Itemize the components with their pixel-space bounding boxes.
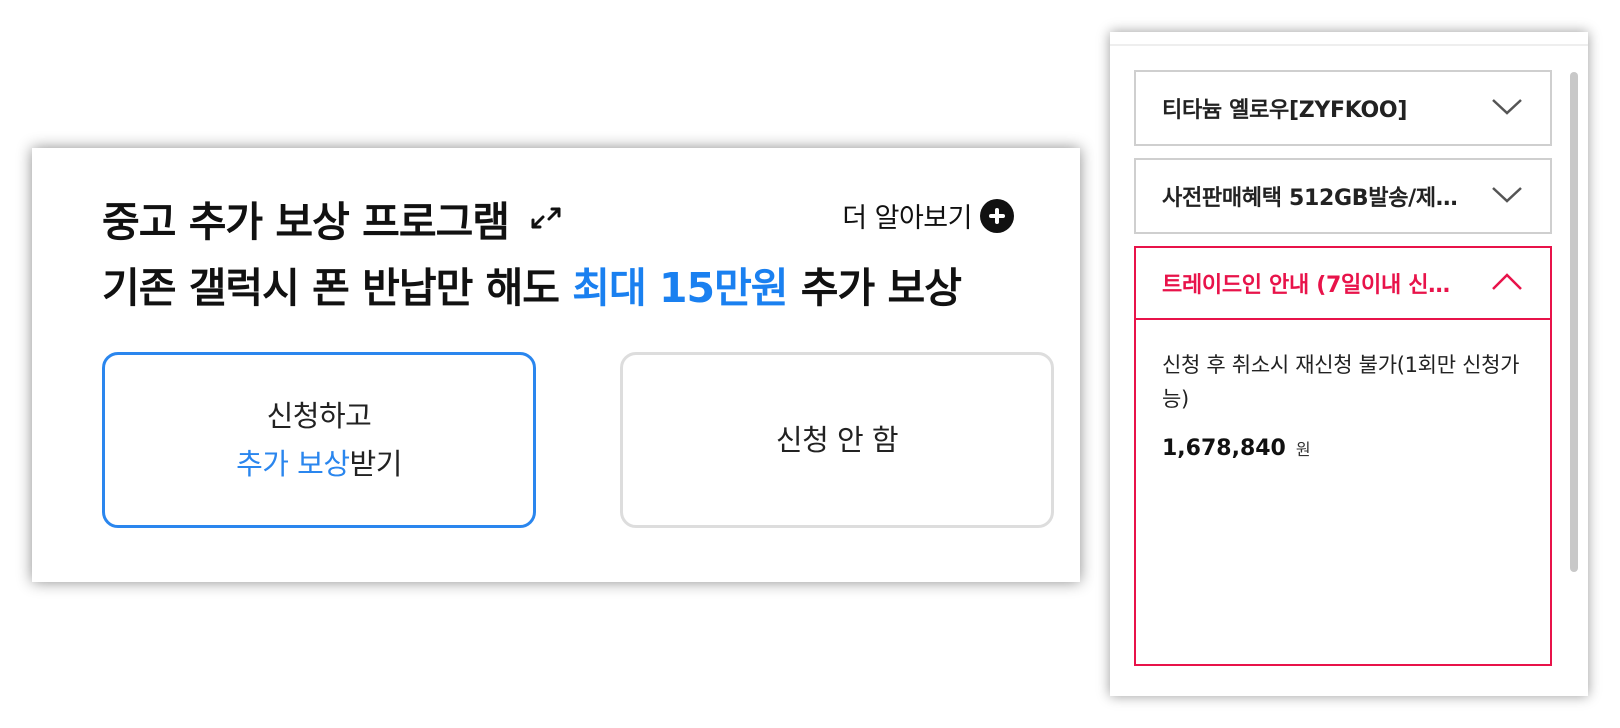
price-unit: 원 — [1295, 440, 1311, 459]
subtitle-suffix: 추가 보상 — [787, 264, 962, 312]
apply-line-2-highlight: 추가 보상 — [236, 447, 350, 481]
price-value: 1,678,840 — [1162, 436, 1286, 461]
benefit-select-label: 사전판매혜택 512GB발송/제… — [1162, 186, 1458, 211]
tradein-program-card: 중고 추가 보상 프로그램 더 알아보기 기존 갤럭시 폰 반납만 해도 최대 … — [32, 148, 1080, 582]
program-title-row: 중고 추가 보상 프로그램 — [102, 188, 563, 248]
price-row: 1,678,840 원 — [1162, 436, 1524, 461]
color-select-header[interactable]: 티타늄 옐로우[ZYFKOO] — [1136, 72, 1550, 144]
benefit-select[interactable]: 사전판매혜택 512GB발송/제… — [1134, 158, 1552, 234]
panel-divider — [1110, 44, 1588, 46]
tradein-info-accordion: 트레이드인 안내 (7일이내 신… 신청 후 취소시 재신청 불가(1회만 신청… — [1134, 246, 1552, 666]
tradein-info-body: 신청 후 취소시 재신청 불가(1회만 신청가능) 1,678,840 원 — [1136, 320, 1550, 489]
swap-arrows-icon — [529, 201, 563, 235]
chevron-down-icon — [1490, 182, 1524, 206]
color-select-label: 티타늄 옐로우[ZYFKOO] — [1162, 98, 1408, 123]
subtitle-highlight: 최대 15만원 — [572, 264, 788, 312]
options-panel: 티타늄 옐로우[ZYFKOO] 사전판매혜택 512GB발송/제… 트레이드인 … — [1110, 32, 1588, 696]
benefit-select-header[interactable]: 사전판매혜택 512GB발송/제… — [1136, 160, 1550, 232]
subtitle-prefix: 기존 갤럭시 폰 반납만 해도 — [102, 264, 573, 312]
scrollbar[interactable] — [1570, 72, 1578, 612]
tradein-info-title: 트레이드인 안내 (7일이내 신… — [1162, 273, 1450, 298]
learn-more-label: 더 알아보기 — [842, 203, 972, 234]
decline-label: 신청 안 함 — [775, 423, 899, 457]
scrollbar-thumb[interactable] — [1570, 72, 1578, 572]
program-title: 중고 추가 보상 프로그램 — [102, 198, 510, 246]
tradein-notice: 신청 후 취소시 재신청 불가(1회만 신청가능) — [1162, 353, 1520, 411]
color-select[interactable]: 티타늄 옐로우[ZYFKOO] — [1134, 70, 1552, 146]
tradein-info-header[interactable]: 트레이드인 안내 (7일이내 신… — [1136, 248, 1550, 320]
apply-line-1: 신청하고 — [266, 399, 372, 433]
learn-more-link[interactable]: 더 알아보기 — [842, 196, 1014, 235]
chevron-up-icon — [1490, 270, 1524, 294]
apply-line-2-rest: 받기 — [349, 447, 403, 481]
decline-option[interactable]: 신청 안 함 — [620, 352, 1054, 528]
apply-line-2: 추가 보상받기 — [236, 440, 402, 488]
chevron-down-icon — [1490, 94, 1524, 118]
plus-circle-icon — [980, 198, 1014, 233]
program-subtitle: 기존 갤럭시 폰 반납만 해도 최대 15만원 추가 보상 — [102, 254, 962, 314]
apply-bonus-option[interactable]: 신청하고 추가 보상받기 — [102, 352, 536, 528]
